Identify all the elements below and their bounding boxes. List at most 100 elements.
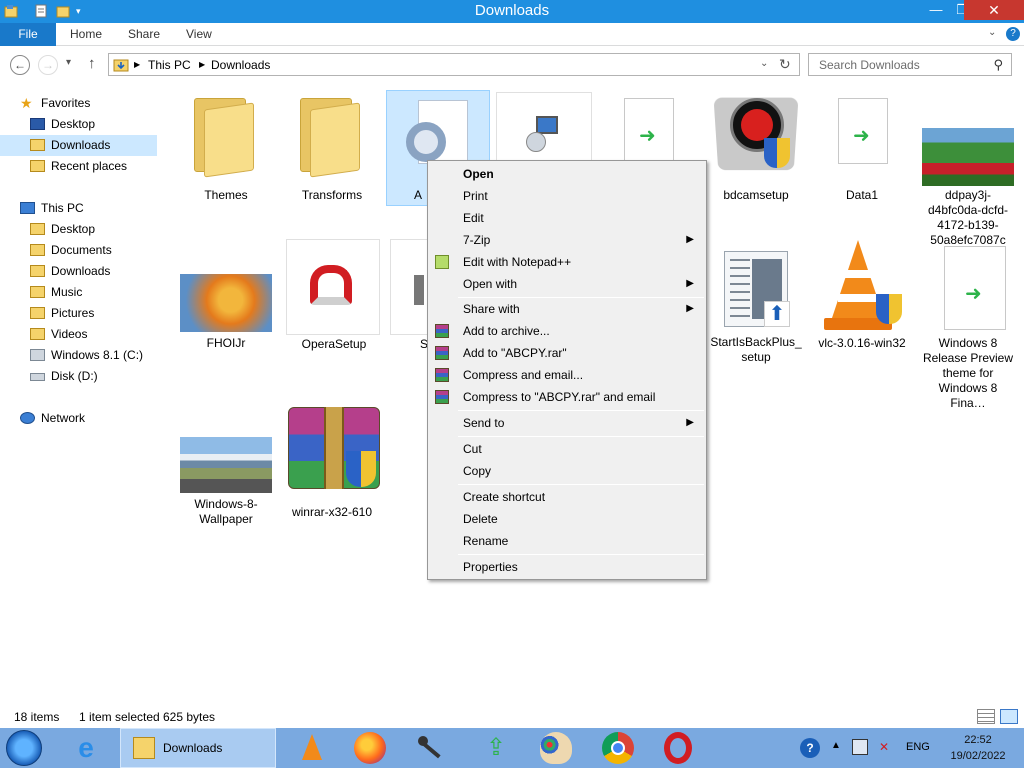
nav-pc-drive-d[interactable]: Disk (D:) [30, 366, 156, 387]
file-item[interactable]: winrar-x32-610 [284, 407, 380, 527]
mountain-image-icon [180, 437, 272, 493]
back-button[interactable]: ← [10, 55, 30, 75]
menu-send-to[interactable]: Send to ▶ [430, 412, 704, 434]
menu-compress-email[interactable]: Compress and email... [430, 364, 704, 386]
file-item[interactable] [494, 90, 592, 162]
menu-open[interactable]: Open [430, 163, 704, 185]
menu-edit-notepadpp[interactable]: Edit with Notepad++ [430, 251, 704, 273]
menu-add-to-archive[interactable]: Add to archive... [430, 320, 704, 342]
breadcrumb-this-pc[interactable]: This PC [148, 58, 191, 72]
winrar-icon [435, 390, 449, 404]
ribbon-tabs: File Home Share View ⌄ ? [0, 23, 1024, 46]
menu-print[interactable]: Print [430, 185, 704, 207]
green-arrow-app-icon[interactable]: ⇪ [480, 732, 512, 764]
menu-edit[interactable]: Edit [430, 207, 704, 229]
menu-compress-rar-email[interactable]: Compress to "ABCPY.rar" and email [430, 386, 704, 408]
nav-fav-recent-places[interactable]: Recent places [30, 156, 156, 177]
refresh-icon[interactable]: ↻ [779, 56, 791, 73]
nav-fav-desktop[interactable]: Desktop [30, 114, 156, 135]
disk-drive-icon [30, 373, 45, 381]
microphone-icon[interactable] [414, 732, 446, 764]
clock-time: 22:52 [964, 734, 992, 746]
recent-locations-button[interactable]: ▾ [66, 57, 71, 68]
close-button[interactable]: ✕ [964, 0, 1024, 20]
navigation-bar: ← → ▾ ↑ ▶ This PC ▶ Downloads ⌄ ↻ Search… [0, 46, 1024, 84]
menu-add-to-rar[interactable]: Add to "ABCPY.rar" [430, 342, 704, 364]
breadcrumb-separator[interactable]: ▶ [134, 60, 140, 69]
paint-icon[interactable] [540, 732, 572, 764]
selection-size: 625 bytes [163, 710, 216, 724]
nav-network[interactable]: Network [20, 408, 140, 429]
nav-favorites[interactable]: ★ Favorites [20, 93, 140, 114]
internet-explorer-icon[interactable]: e [70, 732, 102, 764]
menu-rename[interactable]: Rename [430, 530, 704, 552]
search-box[interactable]: Search Downloads ⚲ [808, 53, 1012, 76]
nav-pc-desktop[interactable]: Desktop [30, 219, 156, 240]
menu-7zip[interactable]: 7-Zip ▶ [430, 229, 704, 251]
address-bar[interactable]: ▶ This PC ▶ Downloads ⌄ ↻ [108, 53, 800, 76]
nav-pc-downloads[interactable]: Downloads [30, 261, 156, 282]
shortcut-file-icon: ➜ [608, 90, 688, 170]
large-icons-view-icon[interactable] [1000, 709, 1018, 724]
language-indicator[interactable]: ENG [906, 741, 930, 753]
file-item[interactable]: Windows-8-Wallpaper [178, 429, 274, 529]
file-item[interactable]: vlc-3.0.16-win32 [814, 240, 910, 360]
taskbar-downloads-button[interactable]: Downloads [120, 728, 276, 768]
show-hidden-icons[interactable]: ▲ [831, 740, 841, 751]
tab-home[interactable]: Home [70, 23, 102, 46]
menu-create-shortcut[interactable]: Create shortcut [430, 486, 704, 508]
clock[interactable]: 22:52 19/02/2022 [938, 732, 1018, 764]
network-status-icon[interactable] [852, 739, 868, 755]
nav-this-pc[interactable]: This PC [20, 198, 140, 219]
winrar-icon [435, 324, 449, 338]
tab-file[interactable]: File [0, 23, 56, 46]
tab-share[interactable]: Share [128, 23, 160, 46]
file-item[interactable]: ⬆ StartIsBackPlus_setup [708, 249, 804, 369]
file-item[interactable]: OperaSetup [284, 239, 380, 351]
nav-fav-downloads[interactable]: Downloads [0, 135, 157, 156]
menu-copy[interactable]: Copy [430, 460, 704, 482]
opera-icon[interactable] [664, 732, 692, 764]
help-icon[interactable]: ? [800, 738, 820, 758]
nav-pc-documents[interactable]: Documents [30, 240, 156, 261]
breadcrumb-separator[interactable]: ▶ [199, 60, 205, 69]
details-view-icon[interactable] [977, 709, 995, 724]
minimize-button[interactable]: — [923, 0, 949, 20]
desktop-folder-icon [30, 223, 45, 235]
nav-pc-music[interactable]: Music [30, 282, 156, 303]
breadcrumb-downloads[interactable]: Downloads [211, 58, 270, 72]
search-input[interactable]: Search Downloads [819, 58, 920, 72]
volume-muted-icon[interactable]: ✕ [876, 739, 892, 755]
submenu-arrow-icon: ▶ [686, 417, 694, 428]
file-item[interactable]: Themes [178, 90, 274, 220]
nav-pc-drive-c[interactable]: Windows 8.1 (C:) [30, 345, 156, 366]
up-button[interactable]: ↑ [88, 55, 96, 72]
startisback-icon: ⬆ [724, 251, 790, 329]
file-item[interactable]: ➜ Data1 [814, 90, 910, 220]
window-title: Downloads [474, 2, 550, 19]
vlc-icon[interactable] [296, 732, 328, 764]
chrome-icon[interactable] [602, 732, 634, 764]
address-dropdown-icon[interactable]: ⌄ [760, 58, 768, 69]
start-button[interactable] [6, 730, 42, 766]
nav-pc-pictures[interactable]: Pictures [30, 303, 156, 324]
menu-cut[interactable]: Cut [430, 438, 704, 460]
menu-share-with[interactable]: Share with ▶ [430, 298, 704, 320]
file-item[interactable]: bdcamsetup [708, 90, 804, 220]
search-icon[interactable]: ⚲ [993, 57, 1003, 73]
file-item[interactable]: ➜ Windows 8 Release Preview theme for Wi… [920, 240, 1016, 410]
tab-view[interactable]: View [186, 23, 212, 46]
downloads-folder-icon [30, 265, 45, 277]
submenu-arrow-icon: ▶ [686, 234, 694, 245]
firefox-icon[interactable] [354, 732, 386, 764]
file-item[interactable]: FHOIJr [178, 264, 274, 354]
help-icon[interactable]: ? [1006, 27, 1020, 41]
menu-properties[interactable]: Properties [430, 556, 704, 578]
menu-delete[interactable]: Delete [430, 508, 704, 530]
forward-button[interactable]: → [38, 55, 58, 75]
file-item[interactable]: Transforms [284, 90, 380, 220]
expand-ribbon-icon[interactable]: ⌄ [988, 27, 996, 38]
menu-open-with[interactable]: Open with ▶ [430, 273, 704, 295]
nav-pc-videos[interactable]: Videos [30, 324, 156, 345]
file-item[interactable]: ddpay3j-d4bfc0da-dcfd-4172-b139-50a8efc7… [920, 90, 1016, 247]
